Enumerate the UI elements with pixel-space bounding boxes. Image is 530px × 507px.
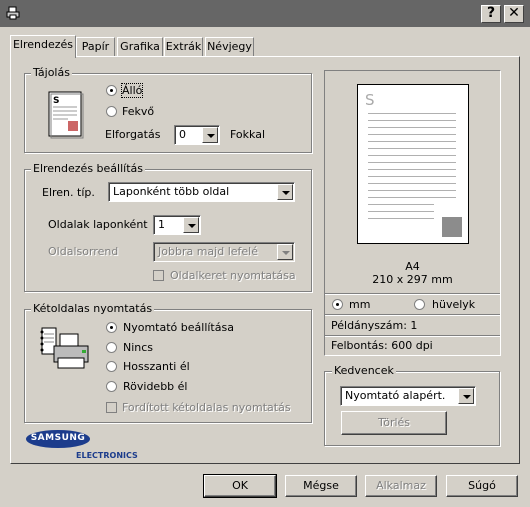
preview-line — [368, 183, 456, 184]
tab-graphics[interactable]: Grafika — [117, 37, 163, 56]
duplex-short-edge-radio[interactable] — [106, 381, 117, 392]
preview-line — [368, 204, 434, 205]
page-order-label: Oldalsorrend — [48, 245, 119, 258]
preview-line — [368, 162, 456, 163]
duplex-legend: Kétoldalas nyomtatás — [31, 302, 155, 315]
duplex-option-label: Nyomtató beállítása — [123, 321, 234, 334]
preview-line — [368, 218, 434, 219]
chevron-down-icon[interactable] — [277, 184, 293, 200]
layout-type-label: Elren. típ. — [42, 186, 95, 199]
page-order-select[interactable]: Jobbra majd lefelé — [153, 242, 295, 262]
preview-line — [368, 155, 456, 156]
chevron-down-icon[interactable] — [183, 217, 199, 233]
portrait-radio[interactable] — [106, 85, 117, 96]
tab-extras[interactable]: Extrák — [164, 37, 203, 56]
rotation-select[interactable]: 0 — [174, 125, 220, 145]
preview-line — [368, 148, 456, 149]
tab-layout[interactable]: Elrendezés — [10, 35, 76, 58]
reverse-duplex-label: Fordított kétoldalas nyomtatás — [122, 401, 291, 414]
pages-per-sheet-select[interactable]: 1 — [153, 215, 201, 235]
reverse-duplex-checkbox[interactable] — [106, 402, 117, 413]
rotation-unit: Fokkal — [230, 128, 266, 141]
chevron-down-icon[interactable] — [277, 244, 293, 260]
help-button[interactable]: Súgó — [446, 475, 518, 497]
copies-readout: Példányszám: 1 — [331, 319, 418, 332]
unit-mm-label: mm — [349, 298, 371, 311]
print-border-checkbox[interactable] — [153, 270, 164, 281]
svg-text:S: S — [53, 96, 59, 106]
preview-image-block — [442, 217, 462, 237]
landscape-radio[interactable] — [106, 106, 117, 117]
preview-line — [368, 127, 456, 128]
cancel-button[interactable]: Mégse — [285, 475, 357, 497]
favorites-legend: Kedvencek — [332, 364, 396, 377]
samsung-logo-sub: ELECTRONICS — [76, 451, 138, 460]
orientation-legend: Tájolás — [31, 66, 72, 79]
portrait-page-icon: S — [48, 91, 84, 139]
preview-line — [368, 211, 434, 212]
printer-icon — [6, 6, 20, 20]
preview-line — [368, 120, 456, 121]
layout-type-select[interactable]: Laponként több oldal — [108, 182, 295, 202]
samsung-logo: SAMSUNG — [26, 430, 90, 448]
paper-name: A4 — [405, 260, 420, 273]
divider — [325, 314, 500, 315]
duplex-option-label: Hosszanti él — [123, 360, 190, 373]
help-titlebar-button[interactable]: ? — [481, 5, 501, 23]
portrait-label: Álló — [120, 83, 144, 98]
preview-line — [368, 197, 456, 198]
paper-size: 210 x 297 mm — [372, 273, 453, 286]
duplex-printer-setting-radio[interactable] — [106, 322, 117, 333]
preview-line — [368, 134, 456, 135]
preview-line — [368, 176, 456, 177]
duplex-option-label: Nincs — [123, 341, 154, 354]
resolution-readout: Felbontás: 600 dpi — [331, 339, 433, 352]
page-preview: S — [357, 84, 469, 244]
duplex-none-radio[interactable] — [106, 342, 117, 353]
preview-line — [368, 169, 456, 170]
page-letter: S — [365, 91, 375, 109]
apply-button[interactable]: Alkalmaz — [365, 475, 437, 497]
rotation-label: Elforgatás — [105, 128, 161, 141]
favorites-select[interactable]: Nyomtató alapért. — [340, 386, 476, 406]
tab-paper[interactable]: Papír — [76, 37, 115, 56]
ok-button[interactable]: OK — [203, 474, 277, 498]
duplex-printer-icon — [40, 326, 96, 372]
tab-about[interactable]: Névjegy — [205, 37, 254, 56]
chevron-down-icon[interactable] — [202, 127, 218, 143]
preview-line — [368, 113, 456, 114]
unit-inch-radio[interactable] — [414, 299, 425, 310]
layout-legend: Elrendezés beállítás — [31, 162, 145, 175]
pages-per-sheet-label: Oldalak laponként — [48, 218, 148, 231]
divider — [325, 335, 500, 336]
close-button[interactable]: ✕ — [504, 5, 524, 23]
delete-favorite-button[interactable]: Törlés — [341, 411, 447, 435]
unit-inch-label: hüvelyk — [432, 298, 476, 311]
landscape-label: Fekvő — [122, 105, 155, 118]
divider — [325, 293, 500, 294]
duplex-option-label: Rövidebb él — [123, 380, 188, 393]
chevron-down-icon[interactable] — [458, 388, 474, 404]
unit-mm-radio[interactable] — [332, 299, 343, 310]
duplex-long-edge-radio[interactable] — [106, 361, 117, 372]
print-border-label: Oldalkeret nyomtatása — [170, 269, 296, 282]
preview-line — [368, 141, 456, 142]
preview-line — [368, 190, 456, 191]
title-bar — [0, 0, 530, 27]
